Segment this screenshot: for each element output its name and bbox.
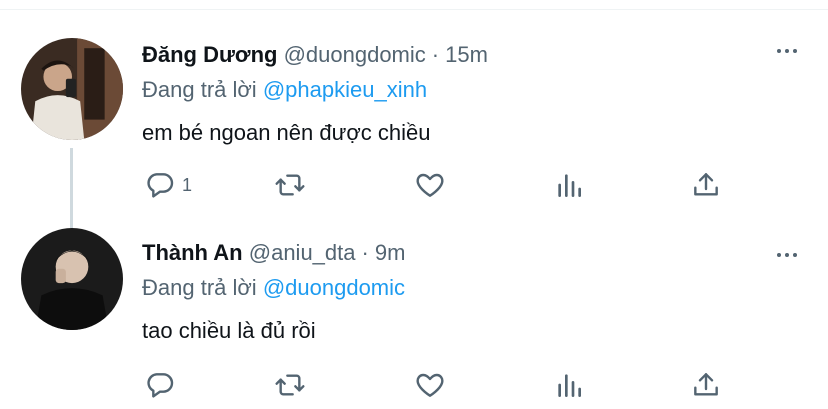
reply-button[interactable]	[144, 368, 182, 402]
display-name[interactable]: Đăng Dương	[142, 42, 277, 67]
retweet-button[interactable]	[274, 168, 306, 202]
stats-button[interactable]	[553, 168, 585, 202]
tweet-actions: 1	[142, 168, 742, 208]
stats-icon	[558, 174, 581, 197]
replying-to-line: Đang trả lời @duongdomic	[142, 275, 405, 301]
reply-count: 1	[182, 174, 193, 195]
retweet-icon	[275, 174, 305, 196]
share-icon	[694, 173, 718, 196]
retweet-button[interactable]	[274, 368, 306, 402]
more-icon[interactable]	[774, 38, 800, 64]
share-icon	[694, 373, 718, 396]
reply-icon	[147, 373, 174, 398]
share-button[interactable]	[690, 368, 722, 402]
tweet-actions	[142, 368, 742, 408]
stats-button[interactable]	[553, 368, 585, 402]
avatar-image	[21, 38, 123, 140]
mention-link[interactable]: @phapkieu_xinh	[263, 77, 427, 102]
like-button[interactable]	[414, 368, 446, 402]
display-name[interactable]: Thành An	[142, 240, 243, 265]
avatar[interactable]	[21, 228, 123, 330]
user-handle[interactable]: @duongdomic	[284, 42, 426, 67]
timestamp[interactable]: 15m	[445, 42, 488, 67]
like-icon	[416, 373, 444, 397]
replying-prefix: Đang trả lời	[142, 77, 257, 102]
retweet-icon	[275, 374, 305, 396]
share-button[interactable]	[690, 168, 722, 202]
like-icon	[416, 173, 444, 197]
separator-dot: ·	[431, 42, 440, 67]
replying-to-line: Đang trả lời @phapkieu_xinh	[142, 77, 427, 103]
tweet-header: Đăng Dương @duongdomic · 15m	[142, 42, 488, 68]
avatar[interactable]	[21, 38, 123, 140]
replying-prefix: Đang trả lời	[142, 275, 257, 300]
mention-link[interactable]: @duongdomic	[263, 275, 405, 300]
timestamp[interactable]: 9m	[375, 240, 406, 265]
reply-icon	[147, 173, 174, 198]
separator-dot: ·	[361, 240, 369, 265]
avatar-image	[21, 228, 123, 330]
tweet-text: tao chiều là đủ rồi	[142, 318, 316, 343]
tweet-header: Thành An @aniu_dta · 9m	[142, 240, 405, 266]
reply-button[interactable]: 1	[144, 168, 192, 202]
thread-connector-line	[70, 148, 73, 228]
more-icon[interactable]	[774, 242, 800, 268]
stats-icon	[558, 374, 581, 397]
like-button[interactable]	[414, 168, 446, 202]
tweet-text: em bé ngoan nên được chiều	[142, 120, 431, 145]
user-handle[interactable]: @aniu_dta	[249, 240, 356, 265]
top-divider	[0, 0, 828, 10]
